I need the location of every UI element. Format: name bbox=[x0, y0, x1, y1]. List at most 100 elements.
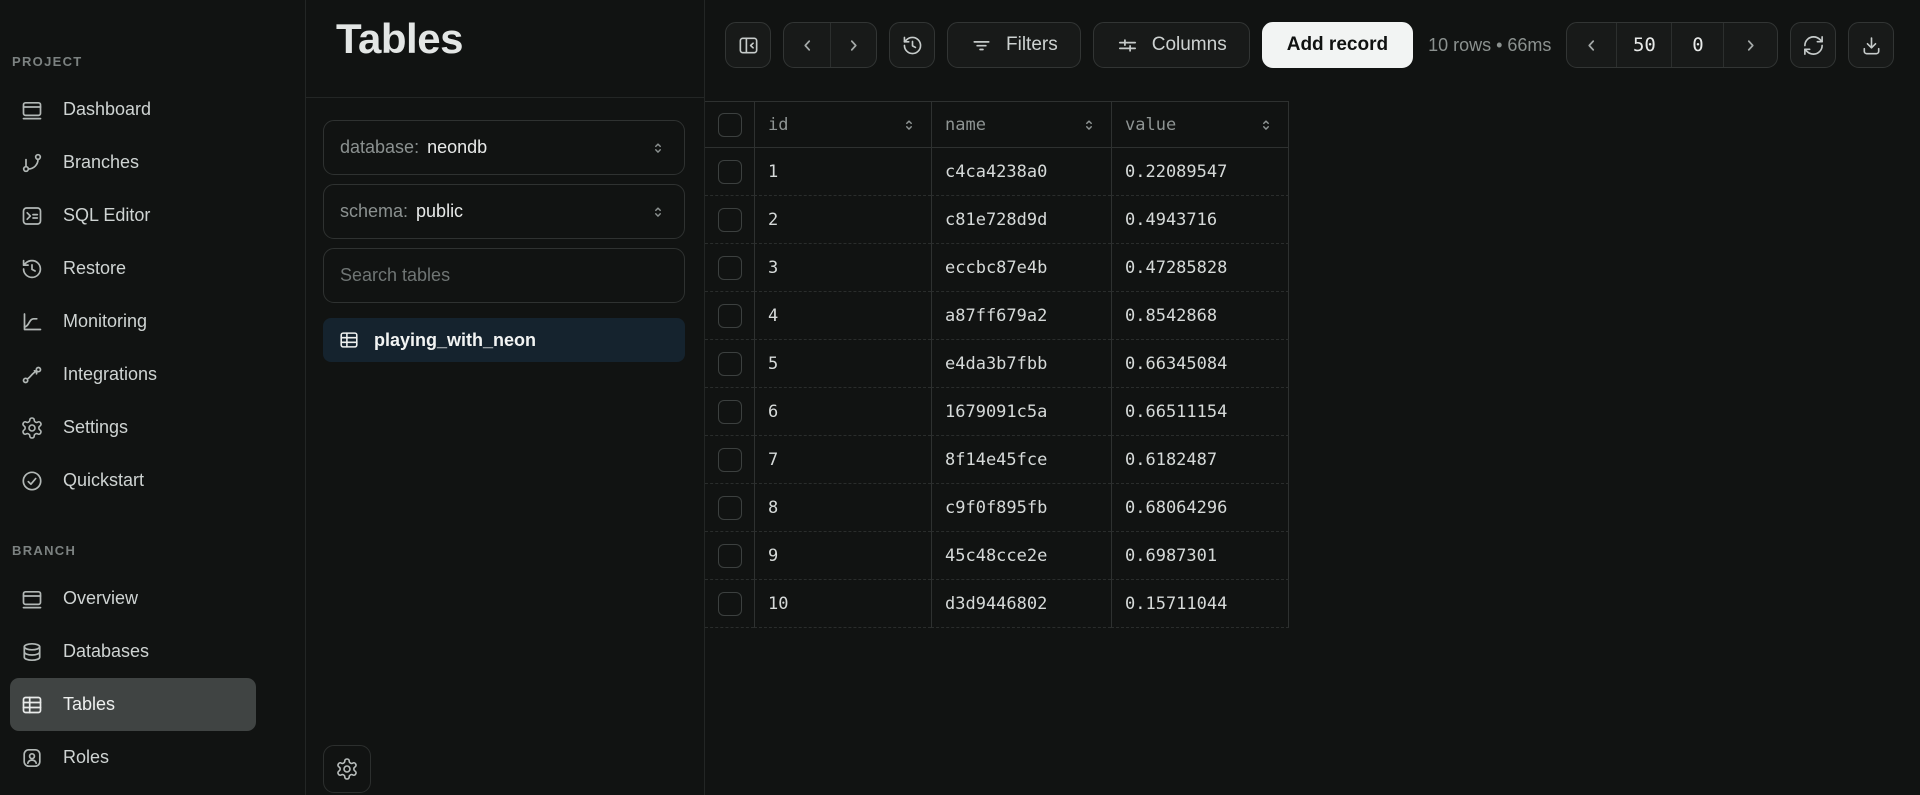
gear-icon bbox=[335, 757, 359, 781]
schema-select[interactable]: schema: public bbox=[323, 184, 685, 239]
cell-name[interactable]: c81e728d9d bbox=[931, 196, 1111, 244]
sidebar-item-databases[interactable]: Databases bbox=[10, 625, 256, 678]
cell-id[interactable]: 5 bbox=[754, 340, 931, 388]
main-content: Filters Columns Add record 10 rows • 66m… bbox=[705, 0, 1920, 795]
cell-value[interactable]: 0.6987301 bbox=[1111, 532, 1289, 580]
row-checkbox[interactable] bbox=[718, 400, 742, 424]
cell-id[interactable]: 6 bbox=[754, 388, 931, 436]
cell-id[interactable]: 3 bbox=[754, 244, 931, 292]
row-select-cell bbox=[705, 292, 754, 340]
column-header-label: name bbox=[945, 115, 986, 135]
row-checkbox[interactable] bbox=[718, 544, 742, 568]
cell-name[interactable]: e4da3b7fbb bbox=[931, 340, 1111, 388]
cell-name[interactable]: 1679091c5a bbox=[931, 388, 1111, 436]
download-button[interactable] bbox=[1848, 22, 1894, 68]
sidebar-item-label: Integrations bbox=[63, 364, 157, 385]
refresh-button[interactable] bbox=[1790, 22, 1836, 68]
next-page-button[interactable] bbox=[1723, 23, 1777, 67]
cell-name[interactable]: a87ff679a2 bbox=[931, 292, 1111, 340]
select-all-cell bbox=[705, 102, 754, 148]
sidebar-item-restore[interactable]: Restore bbox=[10, 242, 256, 295]
cell-value[interactable]: 0.4943716 bbox=[1111, 196, 1289, 244]
sidebar-item-roles[interactable]: Roles bbox=[10, 731, 256, 784]
sidebar-item-branches[interactable]: Branches bbox=[10, 136, 256, 189]
row-checkbox[interactable] bbox=[718, 208, 742, 232]
columns-button[interactable]: Columns bbox=[1093, 22, 1250, 68]
sort-icon[interactable] bbox=[899, 115, 919, 135]
cell-id[interactable]: 4 bbox=[754, 292, 931, 340]
select-all-checkbox[interactable] bbox=[718, 113, 742, 137]
cell-name[interactable]: 45c48cce2e bbox=[931, 532, 1111, 580]
sync-nodes-icon bbox=[20, 363, 44, 387]
forward-button[interactable] bbox=[830, 23, 876, 67]
row-checkbox[interactable] bbox=[718, 448, 742, 472]
cell-name[interactable]: c4ca4238a0 bbox=[931, 148, 1111, 196]
sidebar-item-label: Overview bbox=[63, 588, 138, 609]
column-header-name[interactable]: name bbox=[931, 102, 1111, 148]
filters-button[interactable]: Filters bbox=[947, 22, 1081, 68]
schema-select-value: public bbox=[416, 201, 463, 222]
history-nav-group bbox=[783, 22, 877, 68]
row-checkbox[interactable] bbox=[718, 256, 742, 280]
cell-value[interactable]: 0.47285828 bbox=[1111, 244, 1289, 292]
sort-icon[interactable] bbox=[1256, 115, 1276, 135]
column-header-id[interactable]: id bbox=[754, 102, 931, 148]
row-checkbox[interactable] bbox=[718, 352, 742, 376]
cell-value[interactable]: 0.68064296 bbox=[1111, 484, 1289, 532]
cell-name[interactable]: c9f0f895fb bbox=[931, 484, 1111, 532]
cell-id[interactable]: 2 bbox=[754, 196, 931, 244]
sidebar-item-tables[interactable]: Tables bbox=[10, 678, 256, 731]
cell-id[interactable]: 7 bbox=[754, 436, 931, 484]
table-list: playing_with_neon bbox=[306, 303, 704, 362]
sidebar-item-monitoring[interactable]: Monitoring bbox=[10, 295, 256, 348]
cell-value[interactable]: 0.66345084 bbox=[1111, 340, 1289, 388]
sidebar-item-integrations[interactable]: Integrations bbox=[10, 348, 256, 401]
database-select[interactable]: database: neondb bbox=[323, 120, 685, 175]
sidebar-item-sql-editor[interactable]: SQL Editor bbox=[10, 189, 256, 242]
columns-button-label: Columns bbox=[1152, 34, 1227, 56]
cell-value[interactable]: 0.8542868 bbox=[1111, 292, 1289, 340]
dashboard-window-icon bbox=[20, 98, 44, 122]
table-grid-icon bbox=[338, 329, 360, 351]
panel-settings-button[interactable] bbox=[323, 745, 371, 793]
cell-id[interactable]: 9 bbox=[754, 532, 931, 580]
chevron-left-icon bbox=[797, 35, 818, 56]
cell-name[interactable]: 8f14e45fce bbox=[931, 436, 1111, 484]
sort-icon[interactable] bbox=[1079, 115, 1099, 135]
page-size-input[interactable] bbox=[1617, 34, 1671, 56]
sidebar-item-quickstart[interactable]: Quickstart bbox=[10, 454, 256, 507]
panel-collapse-icon bbox=[737, 34, 760, 57]
chevron-updown-icon bbox=[648, 138, 668, 158]
row-checkbox[interactable] bbox=[718, 304, 742, 328]
collapse-panel-button[interactable] bbox=[725, 22, 771, 68]
row-select-cell bbox=[705, 436, 754, 484]
cell-id[interactable]: 8 bbox=[754, 484, 931, 532]
table-list-item-playing-with-neon[interactable]: playing_with_neon bbox=[323, 318, 685, 362]
chevron-right-icon bbox=[1740, 35, 1761, 56]
cell-value[interactable]: 0.6182487 bbox=[1111, 436, 1289, 484]
row-checkbox[interactable] bbox=[718, 160, 742, 184]
sidebar-item-overview[interactable]: Overview bbox=[10, 572, 256, 625]
query-history-button[interactable] bbox=[889, 22, 935, 68]
row-checkbox[interactable] bbox=[718, 592, 742, 616]
sidebar-item-label: Dashboard bbox=[63, 99, 151, 120]
sidebar-item-dashboard[interactable]: Dashboard bbox=[10, 83, 256, 136]
cell-name[interactable]: eccbc87e4b bbox=[931, 244, 1111, 292]
cell-id[interactable]: 1 bbox=[754, 148, 931, 196]
cell-value[interactable]: 0.66511154 bbox=[1111, 388, 1289, 436]
cell-id[interactable]: 10 bbox=[754, 580, 931, 628]
add-record-button[interactable]: Add record bbox=[1262, 22, 1413, 68]
filter-lines-icon bbox=[970, 34, 993, 57]
chart-curve-icon bbox=[20, 310, 44, 334]
cell-name[interactable]: d3d9446802 bbox=[931, 580, 1111, 628]
page-offset-input[interactable] bbox=[1672, 34, 1723, 56]
cell-value[interactable]: 0.22089547 bbox=[1111, 148, 1289, 196]
prev-page-button[interactable] bbox=[1567, 23, 1616, 67]
row-checkbox[interactable] bbox=[718, 496, 742, 520]
sidebar-section-branch: BRANCH bbox=[12, 543, 305, 558]
back-button[interactable] bbox=[784, 23, 830, 67]
search-tables-input[interactable] bbox=[340, 265, 668, 286]
cell-value[interactable]: 0.15711044 bbox=[1111, 580, 1289, 628]
column-header-value[interactable]: value bbox=[1111, 102, 1289, 148]
sidebar-item-settings[interactable]: Settings bbox=[10, 401, 256, 454]
